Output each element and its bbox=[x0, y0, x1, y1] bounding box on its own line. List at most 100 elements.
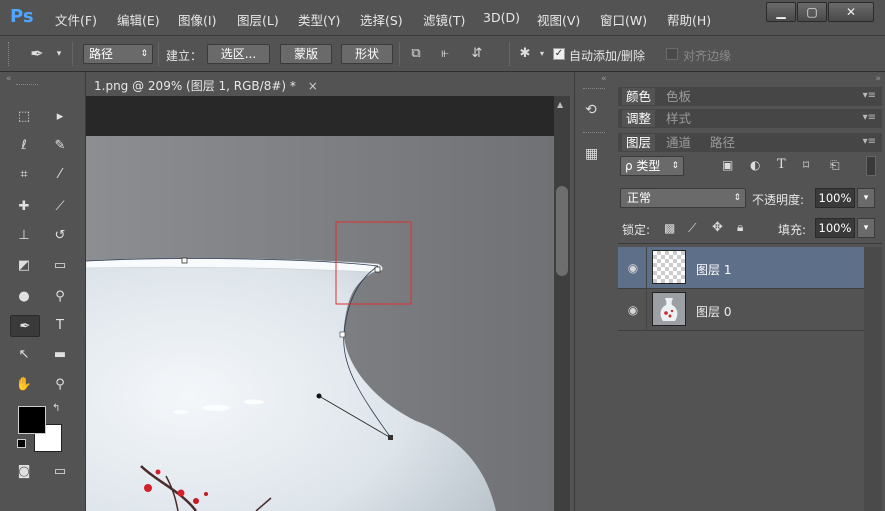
document-tab[interactable]: 1.png @ 209% (图层 1, RGB/8#) * × bbox=[86, 76, 326, 96]
swap-colors-icon[interactable]: ↰ bbox=[52, 403, 60, 414]
path-operations-icon[interactable]: ⧉ bbox=[407, 45, 425, 63]
panel-menu-icon[interactable]: ▾≡ bbox=[863, 136, 876, 147]
panel-menu-icon[interactable]: ▾≡ bbox=[863, 90, 876, 101]
crop-tool-icon[interactable]: ⌗ bbox=[12, 164, 36, 186]
selection-button[interactable]: 选区... bbox=[207, 44, 270, 64]
anchor-point[interactable] bbox=[374, 266, 381, 273]
filter-toggle[interactable] bbox=[866, 156, 876, 176]
pen-tool-icon[interactable]: ✒ bbox=[10, 315, 40, 337]
layer-filter-select[interactable]: ρ 类型 ⇕ bbox=[620, 156, 684, 176]
tab-swatches[interactable]: 色板 bbox=[662, 88, 695, 105]
visibility-eye-icon[interactable]: ◉ bbox=[626, 261, 640, 275]
screen-mode-icon[interactable]: ▭ bbox=[48, 461, 72, 483]
history-brush-tool-icon[interactable]: ↺ bbox=[48, 225, 72, 247]
move-tool-icon[interactable]: ▸ bbox=[48, 106, 72, 128]
close-tab-icon[interactable]: × bbox=[308, 79, 318, 93]
tab-color[interactable]: 颜色 bbox=[622, 88, 656, 105]
default-colors-icon[interactable] bbox=[17, 439, 26, 448]
menu-edit[interactable]: 编辑(E) bbox=[117, 10, 160, 29]
foreground-color-swatch[interactable] bbox=[18, 406, 46, 434]
scroll-up-icon[interactable]: ▲ bbox=[557, 100, 563, 109]
tab-layers[interactable]: 图层 bbox=[622, 134, 656, 151]
rectangle-tool-icon[interactable]: ▬ bbox=[48, 344, 72, 366]
chevron-down-icon[interactable]: ▾ bbox=[533, 45, 551, 63]
anchor-point[interactable] bbox=[388, 435, 393, 440]
layers-scrollbar[interactable] bbox=[864, 247, 882, 511]
blend-mode-select[interactable]: 正常 ⇕ bbox=[620, 188, 746, 208]
marquee-tool-icon[interactable]: ⬚ bbox=[12, 106, 36, 128]
opacity-dropdown-icon[interactable]: ▾ bbox=[857, 188, 875, 208]
gear-icon[interactable]: ✱ bbox=[516, 45, 534, 63]
filter-smart-object-icon[interactable]: ⎗ bbox=[830, 158, 840, 173]
tab-channels[interactable]: 通道 bbox=[662, 134, 695, 151]
path-alignment-icon[interactable]: ⫦ bbox=[436, 45, 454, 63]
fill-input[interactable]: 100% bbox=[815, 218, 855, 238]
quick-mask-icon[interactable]: ◙ bbox=[12, 461, 36, 483]
dodge-tool-icon[interactable]: ⚲ bbox=[48, 286, 72, 308]
align-edges-checkbox[interactable] bbox=[666, 48, 678, 60]
tab-adjustments[interactable]: 调整 bbox=[622, 110, 656, 127]
vertical-scrollbar[interactable]: ▲ bbox=[554, 96, 570, 511]
layer-row-1[interactable]: ◉ 图层 1 bbox=[618, 247, 864, 289]
menu-type[interactable]: 类型(Y) bbox=[298, 10, 340, 29]
healing-brush-tool-icon[interactable]: ✚ bbox=[12, 196, 36, 218]
type-tool-icon[interactable]: T bbox=[48, 315, 72, 337]
menu-view[interactable]: 视图(V) bbox=[537, 10, 580, 29]
menu-layer[interactable]: 图层(L) bbox=[237, 10, 279, 29]
path-arrangement-icon[interactable]: ⇵ bbox=[468, 45, 486, 63]
panel-menu-icon[interactable]: ▾≡ bbox=[863, 112, 876, 123]
tab-styles[interactable]: 样式 bbox=[662, 110, 695, 127]
visibility-eye-icon[interactable]: ◉ bbox=[626, 303, 640, 317]
direction-handle[interactable] bbox=[316, 393, 322, 399]
properties-panel-icon[interactable]: ▦ bbox=[585, 146, 598, 162]
menu-help[interactable]: 帮助(H) bbox=[667, 10, 711, 29]
history-panel-icon[interactable]: ⟲ bbox=[585, 102, 597, 118]
lasso-tool-icon[interactable]: ℓ bbox=[12, 135, 36, 157]
brush-tool-icon[interactable]: ⟋ bbox=[48, 196, 72, 218]
menu-file[interactable]: 文件(F) bbox=[55, 10, 97, 29]
collapse-icon[interactable]: « bbox=[601, 74, 607, 84]
hand-tool-icon[interactable]: ✋ bbox=[12, 374, 36, 396]
quick-selection-tool-icon[interactable]: ✎ bbox=[48, 135, 72, 157]
opacity-input[interactable]: 100% bbox=[815, 188, 855, 208]
maximize-button[interactable]: ▢ bbox=[797, 2, 827, 22]
pen-tool-icon[interactable]: ✒ bbox=[28, 45, 46, 63]
menu-3d[interactable]: 3D(D) bbox=[483, 10, 520, 25]
anchor-point[interactable] bbox=[339, 331, 346, 338]
fill-dropdown-icon[interactable]: ▾ bbox=[857, 218, 875, 238]
tab-paths[interactable]: 路径 bbox=[706, 134, 739, 151]
menu-window[interactable]: 窗口(W) bbox=[600, 10, 647, 29]
tool-preset-dropdown-icon[interactable]: ▾ bbox=[50, 45, 68, 63]
menu-image[interactable]: 图像(I) bbox=[178, 10, 216, 29]
zoom-tool-icon[interactable]: ⚲ bbox=[48, 374, 72, 396]
gradient-tool-icon[interactable]: ▭ bbox=[48, 255, 72, 277]
lock-transparent-icon[interactable]: ▩ bbox=[664, 221, 675, 235]
canvas-area[interactable] bbox=[86, 96, 554, 511]
filter-adjustment-icon[interactable]: ◐ bbox=[750, 158, 760, 172]
lock-image-icon[interactable]: ⟋ bbox=[688, 221, 696, 236]
filter-type-icon[interactable]: T bbox=[777, 157, 786, 172]
lock-position-icon[interactable]: ✥ bbox=[712, 220, 723, 235]
eraser-tool-icon[interactable]: ◩ bbox=[12, 255, 36, 277]
eyedropper-tool-icon[interactable]: ⁄ bbox=[48, 164, 72, 186]
path-selection-tool-icon[interactable]: ↖ bbox=[12, 344, 36, 366]
minimize-button[interactable]: ▁ bbox=[766, 2, 796, 22]
blur-tool-icon[interactable]: ● bbox=[12, 286, 36, 308]
filter-shape-icon[interactable]: ⌑ bbox=[803, 158, 809, 172]
expand-icon[interactable]: » bbox=[875, 74, 881, 84]
filter-pixel-icon[interactable]: ▣ bbox=[722, 158, 733, 172]
close-button[interactable]: ✕ bbox=[828, 2, 874, 22]
mode-select[interactable]: 路径 ⇕ bbox=[83, 44, 153, 64]
menu-filter[interactable]: 滤镜(T) bbox=[423, 10, 465, 29]
mask-button[interactable]: 蒙版 bbox=[280, 44, 332, 64]
anchor-point[interactable] bbox=[181, 257, 188, 264]
menu-select[interactable]: 选择(S) bbox=[360, 10, 403, 29]
layer-row-0[interactable]: ◉ 图层 0 bbox=[618, 289, 864, 331]
document-canvas[interactable] bbox=[86, 96, 554, 511]
collapse-icon[interactable]: « bbox=[6, 74, 12, 84]
lock-all-icon[interactable]: 🔒︎ bbox=[737, 220, 743, 235]
auto-add-delete-checkbox[interactable]: ✓ bbox=[553, 48, 565, 60]
scrollbar-thumb[interactable] bbox=[556, 186, 568, 276]
shape-button[interactable]: 形状 bbox=[341, 44, 393, 64]
clone-stamp-tool-icon[interactable]: ⊥ bbox=[12, 225, 36, 247]
